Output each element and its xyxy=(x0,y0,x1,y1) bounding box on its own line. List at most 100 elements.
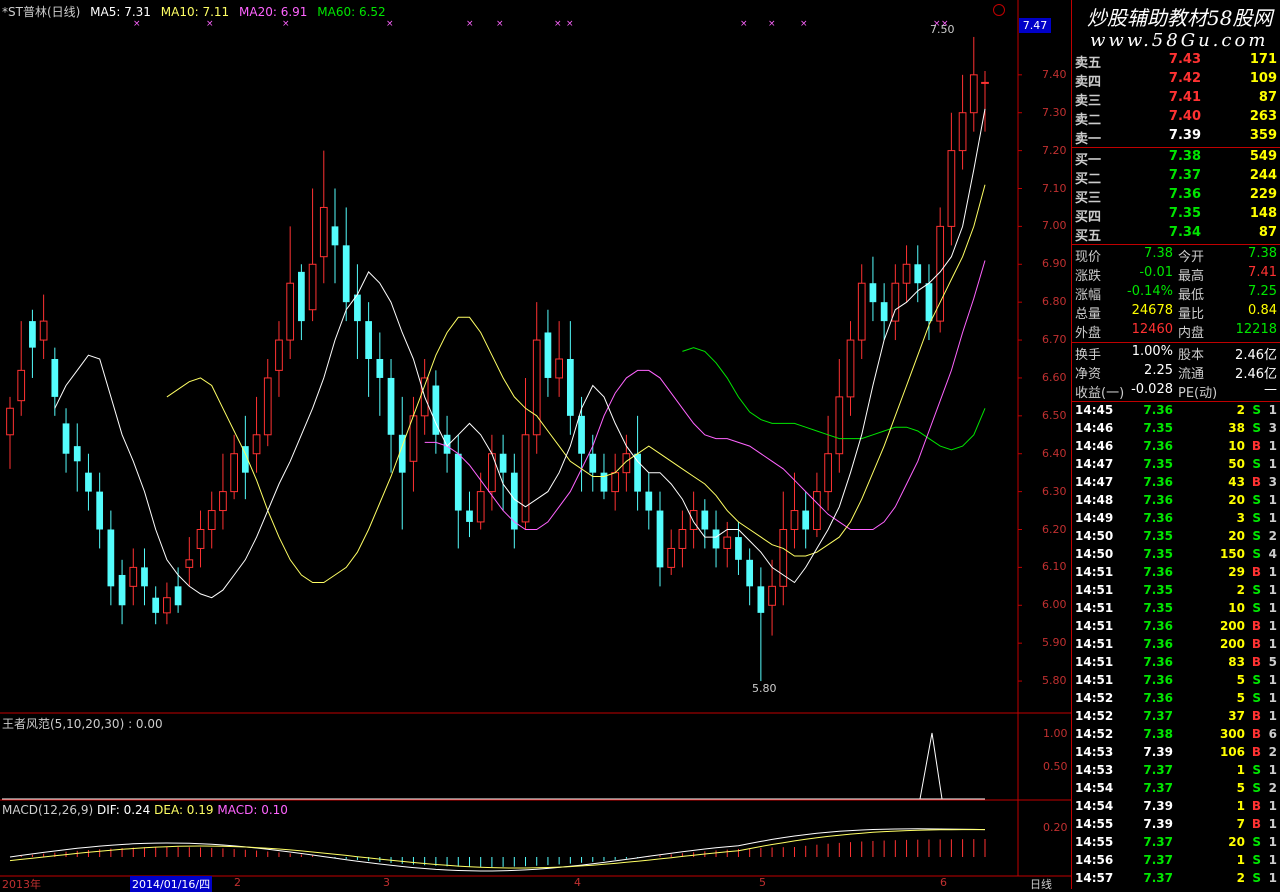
signal-marker: × xyxy=(566,19,574,29)
candle-body xyxy=(790,510,799,530)
bid-price: 7.37 xyxy=(1168,168,1201,183)
quote-value: 24678 xyxy=(1131,303,1173,318)
fund-row: 换手 1.00% 股本 2.46亿 xyxy=(1072,343,1280,363)
period-button[interactable]: 日线 xyxy=(1030,876,1052,892)
candle-body xyxy=(454,453,462,511)
indicator1-spike xyxy=(919,732,943,800)
tick-volume: 43 xyxy=(1228,475,1245,489)
tick-price: 7.37 xyxy=(1143,871,1173,885)
tick-price: 7.37 xyxy=(1143,853,1173,867)
tick-volume: 37 xyxy=(1228,709,1245,723)
watermark-title: 炒股辅助教材58股网 xyxy=(1087,6,1273,30)
moving-averages xyxy=(54,108,986,599)
ask-volume: 171 xyxy=(1249,52,1277,67)
tick-side: S xyxy=(1252,601,1261,615)
candle-body xyxy=(230,453,239,493)
tick-price: 7.36 xyxy=(1143,493,1173,507)
tick-row: 14:45 7.36 2 S 1 xyxy=(1072,402,1280,420)
bid-price: 7.38 xyxy=(1168,149,1201,164)
candle-body xyxy=(824,453,832,493)
tick-side: S xyxy=(1252,583,1261,597)
kline-chart[interactable]: × × × × × × × × × × × × × xyxy=(0,0,1071,889)
price-tick-9: 6.50 xyxy=(1042,408,1067,422)
candle-body xyxy=(835,396,844,455)
tick-row: 14:51 7.36 29 B 1 xyxy=(1072,564,1280,582)
candle-body xyxy=(555,358,564,379)
tick-price: 7.36 xyxy=(1143,403,1173,417)
tick-time: 14:53 xyxy=(1075,745,1114,759)
tick-row: 14:56 7.37 1 S 1 xyxy=(1072,852,1280,870)
candle-body xyxy=(476,491,485,523)
tick-volume: 1 xyxy=(1236,763,1245,777)
tick-price: 7.39 xyxy=(1143,817,1173,831)
tick-side: B xyxy=(1251,439,1261,453)
tick-count: 1 xyxy=(1268,799,1277,813)
tick-side: S xyxy=(1252,493,1261,507)
signal-marker: × xyxy=(206,19,214,29)
ask-price: 7.40 xyxy=(1168,109,1201,124)
tick-time: 14:51 xyxy=(1075,601,1114,615)
tick-volume: 38 xyxy=(1228,421,1245,435)
quote-value: 7.38 xyxy=(1144,246,1173,261)
candle-body xyxy=(869,283,877,303)
tick-time: 14:51 xyxy=(1075,583,1114,597)
signal-marker: × xyxy=(768,19,776,29)
tick-count: 1 xyxy=(1268,511,1277,525)
price-tick-1: 7.30 xyxy=(1042,105,1067,119)
tick-row: 14:50 7.35 150 S 4 xyxy=(1072,546,1280,564)
ask-row: 卖五 7.43 171 xyxy=(1072,51,1280,71)
candle-body xyxy=(667,547,676,568)
price-tick-2: 7.20 xyxy=(1042,143,1067,157)
candle-body xyxy=(969,74,978,114)
candle-body xyxy=(51,359,59,397)
tick-count: 1 xyxy=(1268,493,1277,507)
candle-body xyxy=(532,339,541,436)
tick-price: 7.36 xyxy=(1143,475,1173,489)
price-tick-6: 6.80 xyxy=(1042,295,1067,309)
tick-row: 14:54 7.39 1 B 1 xyxy=(1072,798,1280,816)
quote-row: 外盘 12460 内盘 12218 xyxy=(1072,321,1280,341)
tick-price: 7.38 xyxy=(1143,727,1173,741)
close-icon[interactable] xyxy=(993,4,1005,16)
candle-body xyxy=(902,263,911,284)
quote-value: 7.25 xyxy=(1248,284,1277,299)
bid-label: 买五 xyxy=(1075,229,1102,244)
tick-time: 14:51 xyxy=(1075,655,1114,669)
quote-row: 现价 7.38 今开 7.38 xyxy=(1072,245,1280,265)
candle-body xyxy=(712,529,720,549)
tick-count: 6 xyxy=(1268,727,1277,741)
high-price-label: 7.50 xyxy=(930,23,955,36)
tick-time: 14:57 xyxy=(1075,871,1114,885)
candle-body xyxy=(107,529,115,587)
candle-body xyxy=(723,536,732,549)
bid-volume: 148 xyxy=(1249,206,1277,221)
candle-body xyxy=(689,510,698,530)
quote-row: 总量 24678 量比 0.84 xyxy=(1072,302,1280,322)
watermark-url: www.58Gu.com xyxy=(1090,30,1269,51)
cursor-date: 2014/01/16/四 xyxy=(130,876,213,892)
ask-row: 卖二 7.40 263 xyxy=(1072,108,1280,128)
candle-body xyxy=(466,510,473,522)
quote-label: 现价 xyxy=(1075,250,1102,265)
low-price-label: 5.80 xyxy=(752,682,777,695)
tick-row: 14:48 7.36 20 S 1 xyxy=(1072,492,1280,510)
candle-body xyxy=(925,283,933,322)
fund-row: 净资 2.25 流通 2.46亿 xyxy=(1072,362,1280,382)
candle-body xyxy=(96,491,104,530)
tick-time: 14:49 xyxy=(1075,511,1114,525)
tick-volume: 2 xyxy=(1236,871,1245,885)
candle-body xyxy=(196,529,205,549)
tick-price: 7.36 xyxy=(1143,511,1173,525)
tick-volume: 2 xyxy=(1236,583,1245,597)
tick-time: 14:50 xyxy=(1075,529,1114,543)
candle-body xyxy=(73,446,81,462)
tick-volume: 10 xyxy=(1228,439,1245,453)
candle-body xyxy=(252,434,261,455)
tick-side: S xyxy=(1252,421,1261,435)
tick-row: 14:51 7.36 200 B 1 xyxy=(1072,618,1280,636)
candle-body xyxy=(331,226,339,246)
tick-count: 1 xyxy=(1268,601,1277,615)
ask-volume: 87 xyxy=(1258,90,1277,105)
tick-side: S xyxy=(1252,673,1261,687)
tick-count: 1 xyxy=(1268,619,1277,633)
